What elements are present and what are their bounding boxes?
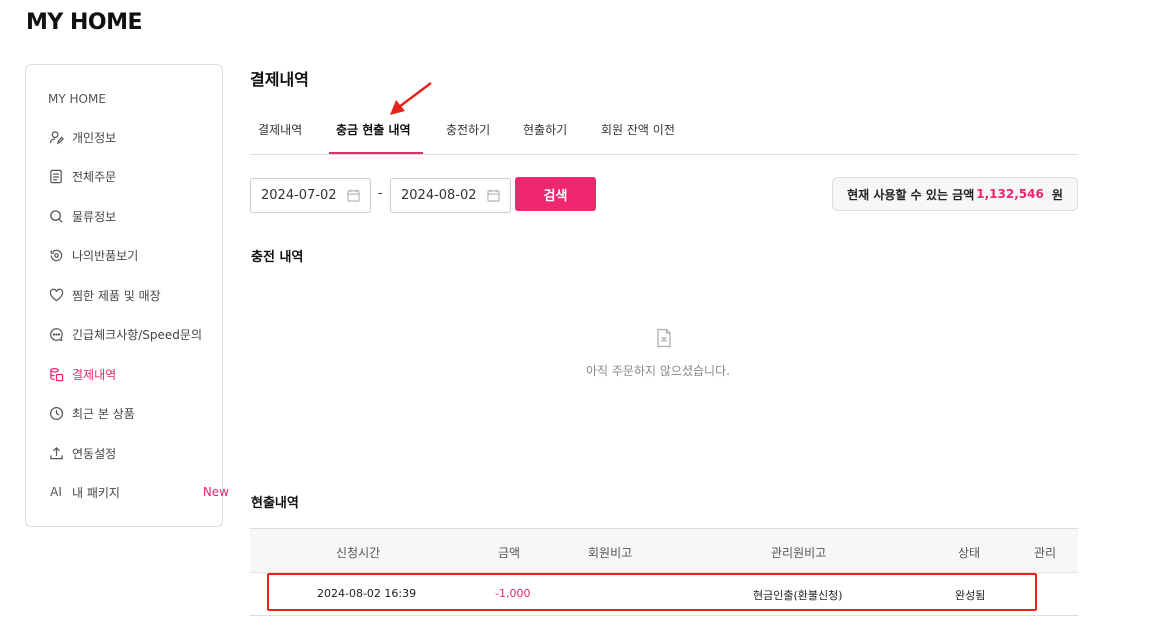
end-date-value: 2024-08-02: [401, 188, 477, 203]
tab-charge-withdraw-history[interactable]: 충금 현출 내역: [336, 121, 411, 138]
clock-icon: [48, 405, 64, 421]
empty-state-text: 아직 주문하지 않으셨습니다.: [586, 364, 730, 378]
balance-unit: 원: [1051, 187, 1063, 202]
page-title: MY HOME: [26, 10, 143, 35]
user-edit-icon: [48, 129, 64, 145]
search-button[interactable]: 검색: [515, 177, 596, 211]
sidebar-item-label: 내 패키지: [72, 485, 120, 500]
start-date-value: 2024-07-02: [261, 188, 337, 203]
table-header: 신청시간 금액 회원비고 관리원비고 상태 관리: [250, 528, 1078, 573]
sidebar-item-wishlist[interactable]: 찜한 제품 및 매장: [48, 285, 208, 305]
sidebar-item-label: 개인정보: [72, 130, 117, 145]
tab-balance-transfer[interactable]: 회원 잔액 이전: [601, 121, 675, 138]
tab-payment-history[interactable]: 결제내역: [258, 121, 302, 138]
sidebar-item-label: 연동설정: [72, 446, 117, 461]
sidebar-item-all-orders[interactable]: 전체주문: [48, 166, 208, 186]
annotation-arrow-icon: [390, 82, 432, 115]
sidebar-item-my-package[interactable]: AI 내 패키지 New: [48, 482, 229, 502]
sidebar-item-logistics[interactable]: 물류정보: [48, 206, 208, 226]
sidebar-item-integration-settings[interactable]: 연동설정: [48, 443, 208, 463]
sidebar: MY HOME 개인정보 전체주문 물류정보 나의반품보기 찜한 제품 및 매장: [25, 64, 229, 527]
chat-icon: [48, 326, 64, 342]
sidebar-item-label: 찜한 제품 및 매장: [72, 288, 161, 303]
sidebar-item-label: 최근 본 상품: [72, 406, 135, 421]
document-icon: [48, 168, 64, 184]
sidebar-item-label: 나의반품보기: [72, 248, 139, 263]
sidebar-item-returns[interactable]: 나의반품보기: [48, 245, 208, 265]
sidebar-item-label: 결제내역: [72, 367, 117, 382]
payment-icon: [48, 366, 64, 382]
calendar-icon[interactable]: [347, 189, 360, 202]
sidebar-item-label: 전체주문: [72, 169, 117, 184]
active-tab-indicator: [329, 152, 423, 154]
column-header: 상태: [958, 546, 981, 560]
sidebar-item-urgent-inquiry[interactable]: 긴급체크사항/Speed문의: [48, 324, 208, 344]
column-header: 관리: [1034, 546, 1057, 560]
column-header: 금액: [498, 546, 521, 560]
balance-amount: 1,132,546: [976, 187, 1044, 201]
withdraw-history-title: 현출내역: [251, 496, 299, 511]
column-header: 관리원비고: [771, 546, 827, 560]
section-heading: 결제내역: [250, 70, 309, 89]
date-separator: -: [378, 186, 383, 201]
sidebar-item-recently-viewed[interactable]: 최근 본 상품: [48, 403, 208, 423]
sidebar-item-payment-history[interactable]: 결제내역: [48, 364, 208, 384]
balance-label: 현재 사용할 수 있는 금액: [847, 187, 975, 202]
sidebar-item-label: 긴급체크사항/Speed문의: [72, 327, 202, 342]
return-icon: [48, 247, 64, 263]
column-header: 신청시간: [336, 546, 381, 560]
search-icon: [48, 208, 64, 224]
sidebar-title: MY HOME: [48, 92, 106, 106]
heart-icon: [48, 287, 64, 303]
column-header: 회원비고: [588, 546, 633, 560]
end-date-input[interactable]: 2024-08-02: [390, 178, 511, 213]
sidebar-item-personal-info[interactable]: 개인정보: [48, 127, 208, 147]
highlight-box: [267, 573, 1037, 611]
upload-icon: [48, 445, 64, 461]
tab-charge[interactable]: 충전하기: [446, 121, 490, 138]
calendar-icon[interactable]: [487, 189, 500, 202]
sidebar-item-label: 물류정보: [72, 209, 117, 224]
charge-history-title: 충전 내역: [251, 250, 304, 265]
tab-bar: 결제내역 충금 현출 내역 충전하기 현출하기 회원 잔액 이전: [250, 114, 1078, 155]
ai-icon: AI: [50, 485, 62, 499]
new-badge: New: [202, 485, 229, 499]
empty-document-icon: [657, 328, 671, 348]
start-date-input[interactable]: 2024-07-02: [250, 178, 371, 213]
balance-display: 현재 사용할 수 있는 금액 1,132,546 원: [832, 177, 1078, 211]
tab-withdraw[interactable]: 현출하기: [523, 121, 567, 138]
